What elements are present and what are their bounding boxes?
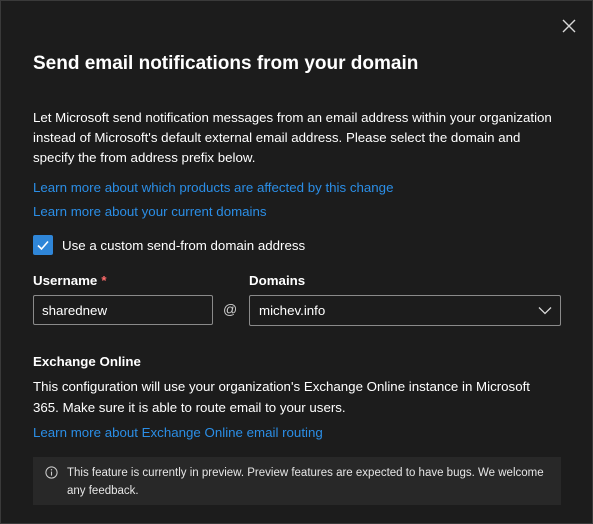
- current-domains-link[interactable]: Learn more about your current domains: [33, 204, 267, 219]
- exchange-online-title: Exchange Online: [33, 354, 141, 369]
- close-button[interactable]: [556, 13, 582, 39]
- domains-dropdown[interactable]: michev.info: [249, 295, 561, 326]
- info-icon: [45, 466, 58, 479]
- custom-domain-checkbox-label: Use a custom send-from domain address: [62, 237, 306, 253]
- at-symbol: @: [223, 301, 238, 317]
- domains-selected-value: michev.info: [259, 303, 326, 318]
- domains-label: Domains: [249, 273, 306, 288]
- dialog: Send email notifications from your domai…: [0, 0, 593, 524]
- username-label: Username *: [33, 273, 107, 288]
- chevron-down-icon: [538, 307, 552, 315]
- preview-banner: This feature is currently in preview. Pr…: [33, 457, 561, 505]
- username-label-text: Username: [33, 273, 98, 288]
- dialog-title: Send email notifications from your domai…: [33, 53, 419, 74]
- username-input[interactable]: [33, 295, 213, 325]
- close-icon: [562, 19, 576, 33]
- preview-banner-text: This feature is currently in preview. Pr…: [67, 467, 544, 497]
- exchange-routing-link[interactable]: Learn more about Exchange Online email r…: [33, 425, 323, 440]
- checkmark-icon: [37, 240, 49, 251]
- exchange-online-description: This configuration will use your organiz…: [33, 379, 530, 415]
- required-mark: *: [101, 273, 107, 288]
- custom-domain-checkbox[interactable]: [33, 235, 53, 255]
- products-affected-link[interactable]: Learn more about which products are affe…: [33, 180, 393, 195]
- custom-domain-checkbox-row[interactable]: Use a custom send-from domain address: [33, 235, 305, 255]
- dialog-description: Let Microsoft send notification messages…: [33, 110, 552, 165]
